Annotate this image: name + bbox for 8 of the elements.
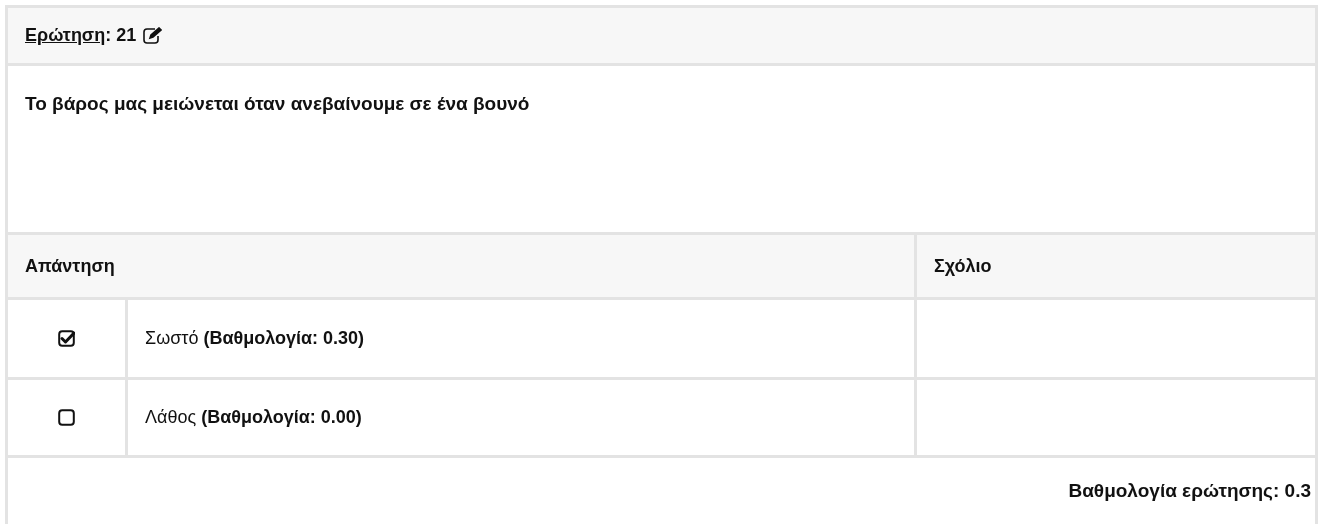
column-header: Απάντηση [8, 235, 917, 297]
answer-text: Σωστό (Βαθμολογία: 0.30) [145, 328, 365, 349]
answer-text: Λάθος (Βαθμολογία: 0.00) [145, 407, 362, 428]
question-score: Βαθμολογία ερώτησης: 0.3 [1068, 480, 1311, 502]
question-link[interactable]: Ερώτηση [25, 25, 106, 46]
edit-icon[interactable] [143, 27, 163, 44]
column-header: Σχόλιο [933, 254, 993, 278]
question-number: : 21 [105, 25, 137, 46]
